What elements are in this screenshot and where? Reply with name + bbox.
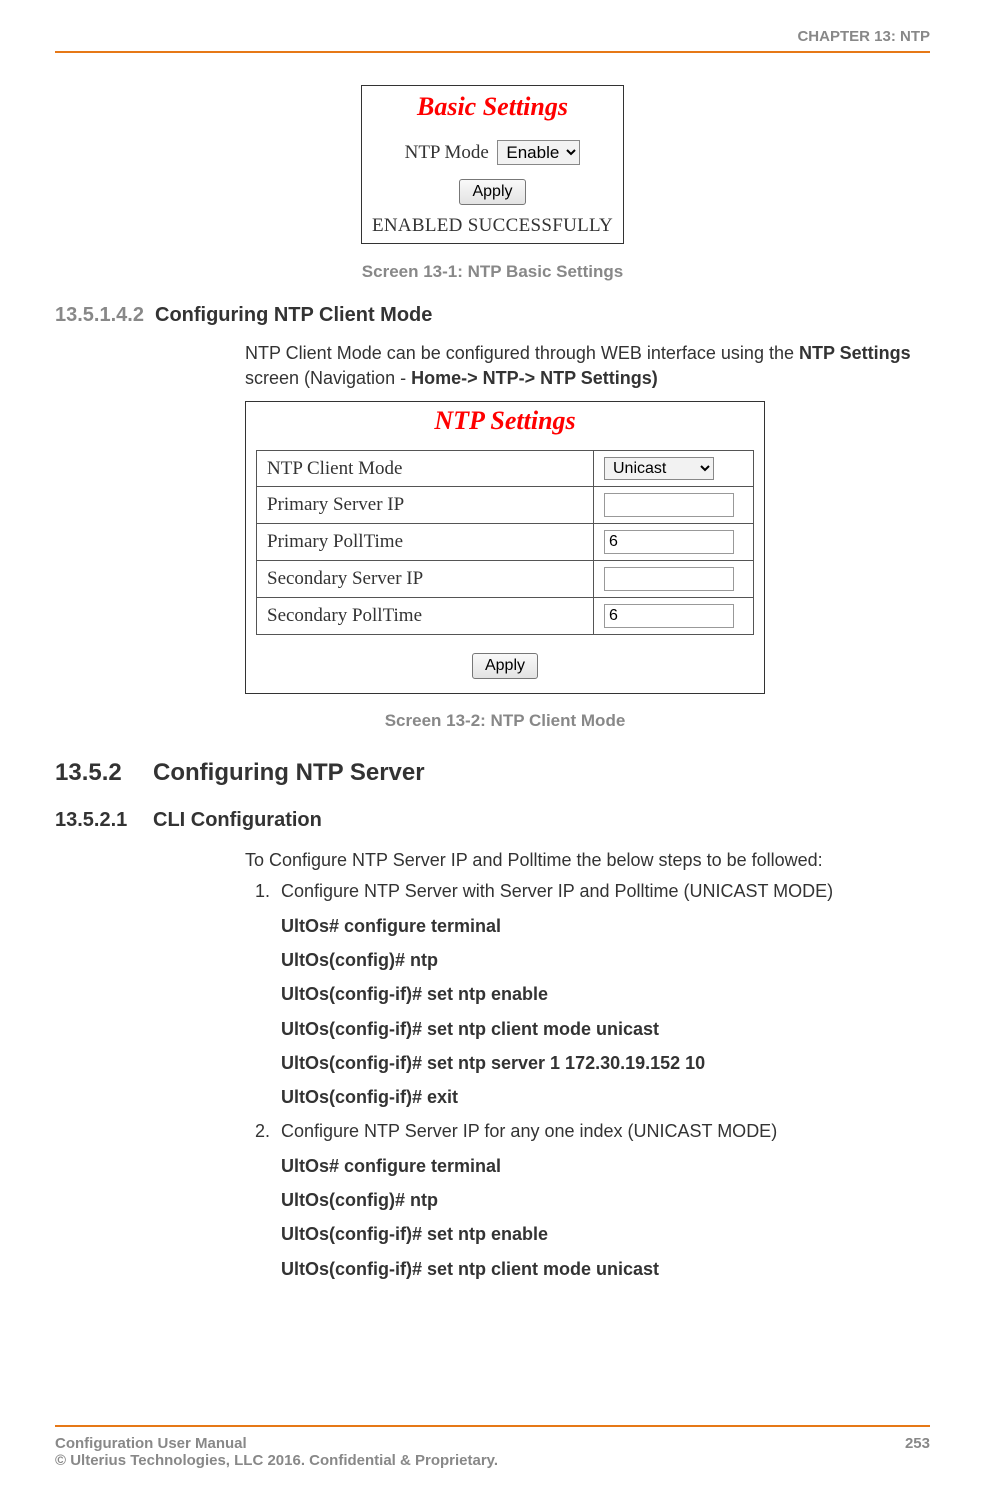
cli-steps: Configure NTP Server with Server IP and … [245,879,930,1281]
secondary-poll-label: Secondary PollTime [257,598,594,635]
cli-command: UltOs(config-if)# set ntp server 1 172.3… [281,1051,930,1075]
fig1-status: ENABLED SUCCESSFULLY [372,215,613,237]
para-bold: NTP Settings [799,343,911,363]
secondary-poll-cell [594,598,754,635]
footer-page-number: 253 [905,1435,930,1469]
section-client-mode-heading: 13.5.1.4.2Configuring NTP Client Mode [55,304,930,327]
ntp-client-mode-select[interactable]: Unicast [604,457,714,480]
fig2-title: NTP Settings [256,406,754,436]
ntp-client-mode-label: NTP Client Mode [257,451,594,487]
para-text: NTP Client Mode can be configured throug… [245,343,799,363]
figure-ntp-settings-wrap: NTP Settings NTP Client Mode Unicast Pri… [245,401,930,694]
cli-command: UltOs# configure terminal [281,1154,930,1178]
cli-command: UltOs(config-if)# set ntp client mode un… [281,1257,930,1281]
table-row: Primary PollTime [257,524,754,561]
ntp-settings-table: NTP Client Mode Unicast Primary Server I… [256,450,754,635]
para-bold: Home-> NTP-> NTP Settings) [411,368,658,388]
cli-intro: To Configure NTP Server IP and Polltime … [245,850,930,871]
page-footer: Configuration User Manual © Ulterius Tec… [55,1425,930,1469]
section-number: 13.5.1.4.2 [55,304,155,327]
list-item: Configure NTP Server with Server IP and … [275,879,930,1109]
ntp-mode-label: NTP Mode [405,142,489,163]
footer-rule [55,1425,930,1427]
cli-command: UltOs(config)# ntp [281,948,930,972]
apply-button[interactable]: Apply [472,653,538,679]
cli-command: UltOs# configure terminal [281,914,930,938]
secondary-ip-label: Secondary Server IP [257,561,594,598]
list-item: Configure NTP Server IP for any one inde… [275,1119,930,1280]
ntp-client-mode-cell: Unicast [594,451,754,487]
primary-ip-input[interactable] [604,493,734,517]
footer-manual-title: Configuration User Manual [55,1435,498,1452]
figure-basic-settings-wrap: Basic Settings NTP Mode Enable Apply ENA… [55,77,930,282]
table-row: Secondary PollTime [257,598,754,635]
secondary-ip-input[interactable] [604,567,734,591]
fig2-caption-wrap: Screen 13-2: NTP Client Mode [245,710,765,731]
heading-number: 13.5.2 [55,759,153,787]
section-title: Configuring NTP Client Mode [155,304,432,326]
fig1-title: Basic Settings [372,92,613,122]
page-header-chapter: CHAPTER 13: NTP [55,28,930,45]
step-text: Configure NTP Server IP for any one inde… [281,1121,777,1141]
footer-copyright: © Ulterius Technologies, LLC 2016. Confi… [55,1452,498,1469]
heading-title: Configuring NTP Server [153,759,425,786]
primary-poll-cell [594,524,754,561]
figure-ntp-settings: NTP Settings NTP Client Mode Unicast Pri… [245,401,765,694]
heading-cli-configuration: 13.5.2.1CLI Configuration [55,809,930,832]
cli-command: UltOs(config-if)# exit [281,1085,930,1109]
header-rule [55,51,930,53]
secondary-ip-cell [594,561,754,598]
table-row: Primary Server IP [257,487,754,524]
heading-number: 13.5.2.1 [55,809,153,832]
primary-ip-cell [594,487,754,524]
para-text: screen (Navigation - [245,368,411,388]
apply-button[interactable]: Apply [459,179,525,205]
secondary-poll-input[interactable] [604,604,734,628]
primary-ip-label: Primary Server IP [257,487,594,524]
cli-command: UltOs(config-if)# set ntp enable [281,1222,930,1246]
primary-poll-label: Primary PollTime [257,524,594,561]
fig2-caption: Screen 13-2: NTP Client Mode [385,711,626,730]
fig1-caption: Screen 13-1: NTP Basic Settings [55,262,930,282]
table-row: Secondary Server IP [257,561,754,598]
client-mode-paragraph: NTP Client Mode can be configured throug… [245,341,920,391]
cli-command: UltOs(config-if)# set ntp enable [281,982,930,1006]
cli-command: UltOs(config-if)# set ntp client mode un… [281,1017,930,1041]
heading-title: CLI Configuration [153,809,322,831]
footer-row: Configuration User Manual © Ulterius Tec… [55,1435,930,1469]
heading-configuring-ntp-server: 13.5.2Configuring NTP Server [55,759,930,787]
primary-poll-input[interactable] [604,530,734,554]
cli-command: UltOs(config)# ntp [281,1188,930,1212]
ntp-mode-select[interactable]: Enable [497,140,580,165]
step-text: Configure NTP Server with Server IP and … [281,881,833,901]
fig2-button-row: Apply [256,645,754,679]
figure-basic-settings: Basic Settings NTP Mode Enable Apply ENA… [361,85,624,244]
footer-left: Configuration User Manual © Ulterius Tec… [55,1435,498,1469]
table-row: NTP Client Mode Unicast [257,451,754,487]
fig1-mode-row: NTP Mode Enable [372,134,613,171]
